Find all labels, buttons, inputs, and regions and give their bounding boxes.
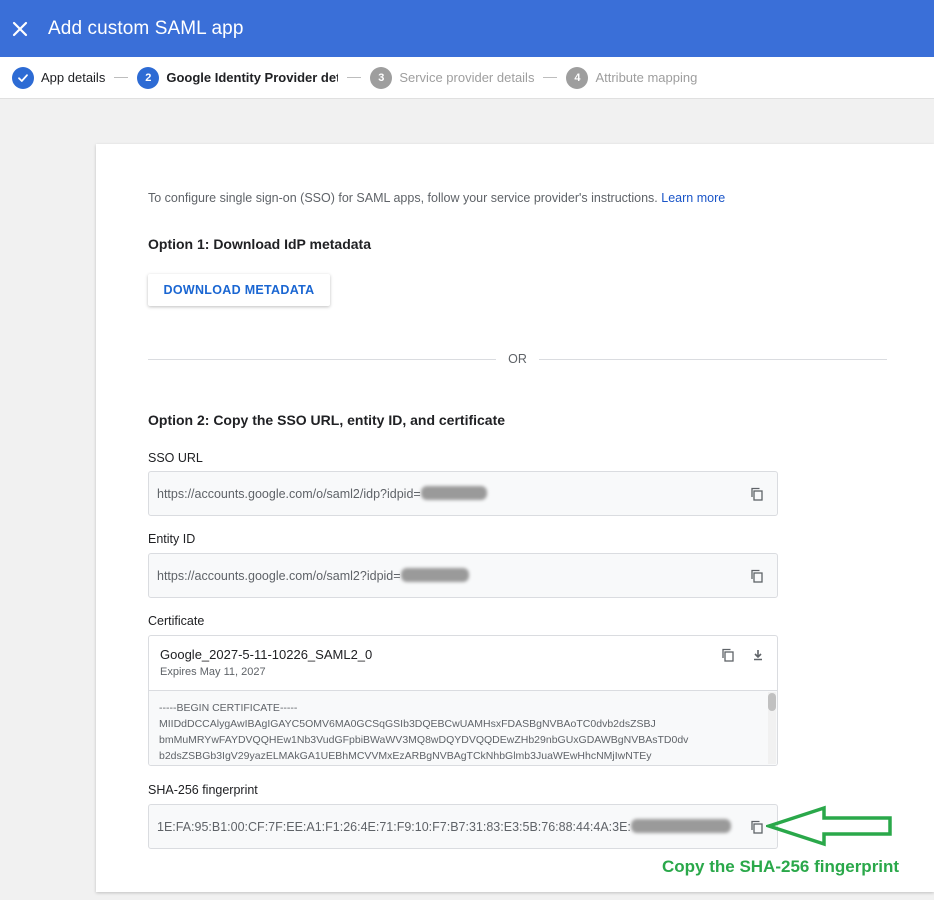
annotation-arrow-icon bbox=[766, 805, 892, 847]
step-1-label: App details bbox=[41, 70, 106, 85]
sso-url-value-wrap: https://accounts.google.com/o/saml2/idp?… bbox=[157, 486, 487, 501]
certificate-scrollbar[interactable] bbox=[768, 692, 776, 764]
or-label: OR bbox=[508, 352, 527, 366]
intro-description: To configure single sign-on (SSO) for SA… bbox=[148, 191, 658, 205]
step-2-number: 2 bbox=[137, 66, 160, 89]
stepper: App details 2 Google Identity Provider d… bbox=[0, 57, 934, 99]
copy-sso-url-button[interactable] bbox=[747, 484, 767, 504]
entity-id-value-wrap: https://accounts.google.com/o/saml2?idpi… bbox=[157, 568, 469, 583]
step-divider bbox=[114, 77, 129, 78]
entity-id-value: https://accounts.google.com/o/saml2?idpi… bbox=[157, 569, 401, 583]
certificate-panel: Google_2027-5-11-10226_SAML2_0 Expires M… bbox=[148, 635, 778, 766]
step-4-label: Attribute mapping bbox=[595, 70, 698, 85]
sha-fingerprint-value: 1E:FA:95:B1:00:CF:7F:EE:A1:F1:26:4E:71:F… bbox=[157, 820, 631, 834]
certificate-line: b2dsZSBGb3IgV29yazELMAkGA1UEBhMCVVMxEzAR… bbox=[159, 750, 652, 762]
copy-icon bbox=[751, 820, 763, 834]
step-divider bbox=[543, 77, 558, 78]
certificate-expiry: Expires May 11, 2027 bbox=[160, 666, 266, 678]
sha-value-wrap: 1E:FA:95:B1:00:CF:7F:EE:A1:F1:26:4E:71:F… bbox=[157, 819, 731, 834]
sso-url-value: https://accounts.google.com/o/saml2/idp?… bbox=[157, 487, 421, 501]
certificate-line: -----BEGIN CERTIFICATE----- bbox=[159, 702, 298, 714]
copy-certificate-button[interactable] bbox=[719, 646, 737, 664]
download-icon bbox=[754, 650, 762, 661]
copy-sha-fingerprint-button[interactable] bbox=[747, 817, 767, 837]
or-divider: OR bbox=[148, 351, 887, 367]
divider-line-right bbox=[538, 358, 887, 360]
step-3-label: Service provider details bbox=[399, 70, 535, 85]
close-icon bbox=[12, 21, 28, 36]
redacted-value bbox=[630, 819, 731, 833]
check-icon bbox=[18, 73, 28, 82]
sha-fingerprint-label: SHA-256 fingerprint bbox=[148, 783, 258, 797]
annotation-text: Copy the SHA-256 fingerprint bbox=[662, 857, 900, 876]
page-title: Add custom SAML app bbox=[48, 17, 244, 39]
step-2-label: Google Identity Provider details bbox=[166, 70, 339, 85]
copy-icon bbox=[751, 487, 763, 501]
divider-line-left bbox=[148, 358, 497, 360]
redacted-value bbox=[420, 486, 487, 500]
step-divider bbox=[347, 77, 362, 78]
option1-title: Option 1: Download IdP metadata bbox=[148, 236, 371, 252]
step-service-provider[interactable]: 3 Service provider details bbox=[370, 66, 535, 89]
certificate-line: MIIDdDCCAlygAwIBAgIGAYC5OMV6MA0GCSqGSIb3… bbox=[159, 718, 656, 730]
step-1-indicator bbox=[12, 66, 34, 89]
certificate-line: bmMuMRYwFAYDVQQHEw1Nb3VudGFpbiBWaWV3MQ8w… bbox=[159, 734, 689, 746]
certificate-label: Certificate bbox=[148, 614, 205, 628]
scrollbar-thumb[interactable] bbox=[768, 693, 776, 711]
idp-details-card: To configure single sign-on (SSO) for SA… bbox=[96, 144, 934, 892]
certificate-name: Google_2027-5-11-10226_SAML2_0 bbox=[160, 647, 373, 662]
step-attribute-mapping[interactable]: 4 Attribute mapping bbox=[566, 66, 698, 89]
redacted-value bbox=[400, 568, 469, 582]
download-certificate-button[interactable] bbox=[749, 646, 767, 664]
certificate-actions bbox=[719, 646, 767, 664]
certificate-body[interactable]: -----BEGIN CERTIFICATE----- MIIDdDCCAlyg… bbox=[149, 690, 777, 765]
sso-url-field[interactable]: https://accounts.google.com/o/saml2/idp?… bbox=[148, 471, 778, 516]
sso-url-label: SSO URL bbox=[148, 451, 203, 465]
close-button[interactable] bbox=[0, 9, 40, 49]
step-idp-details[interactable]: 2 Google Identity Provider details bbox=[137, 66, 339, 89]
copy-icon bbox=[722, 648, 734, 662]
learn-more-link[interactable]: Learn more bbox=[661, 191, 725, 205]
intro-text: To configure single sign-on (SSO) for SA… bbox=[148, 191, 725, 205]
app-header: Add custom SAML app bbox=[0, 0, 934, 57]
sha-fingerprint-field[interactable]: 1E:FA:95:B1:00:CF:7F:EE:A1:F1:26:4E:71:F… bbox=[148, 804, 778, 849]
entity-id-field[interactable]: https://accounts.google.com/o/saml2?idpi… bbox=[148, 553, 778, 598]
copy-icon bbox=[751, 569, 763, 583]
option2-title: Option 2: Copy the SSO URL, entity ID, a… bbox=[148, 412, 506, 428]
entity-id-label: Entity ID bbox=[148, 532, 196, 546]
step-app-details[interactable]: App details bbox=[12, 66, 106, 89]
step-3-number: 3 bbox=[370, 66, 393, 89]
copy-entity-id-button[interactable] bbox=[747, 566, 767, 586]
download-metadata-button[interactable]: DOWNLOAD METADATA bbox=[148, 274, 330, 306]
step-4-number: 4 bbox=[566, 66, 589, 89]
